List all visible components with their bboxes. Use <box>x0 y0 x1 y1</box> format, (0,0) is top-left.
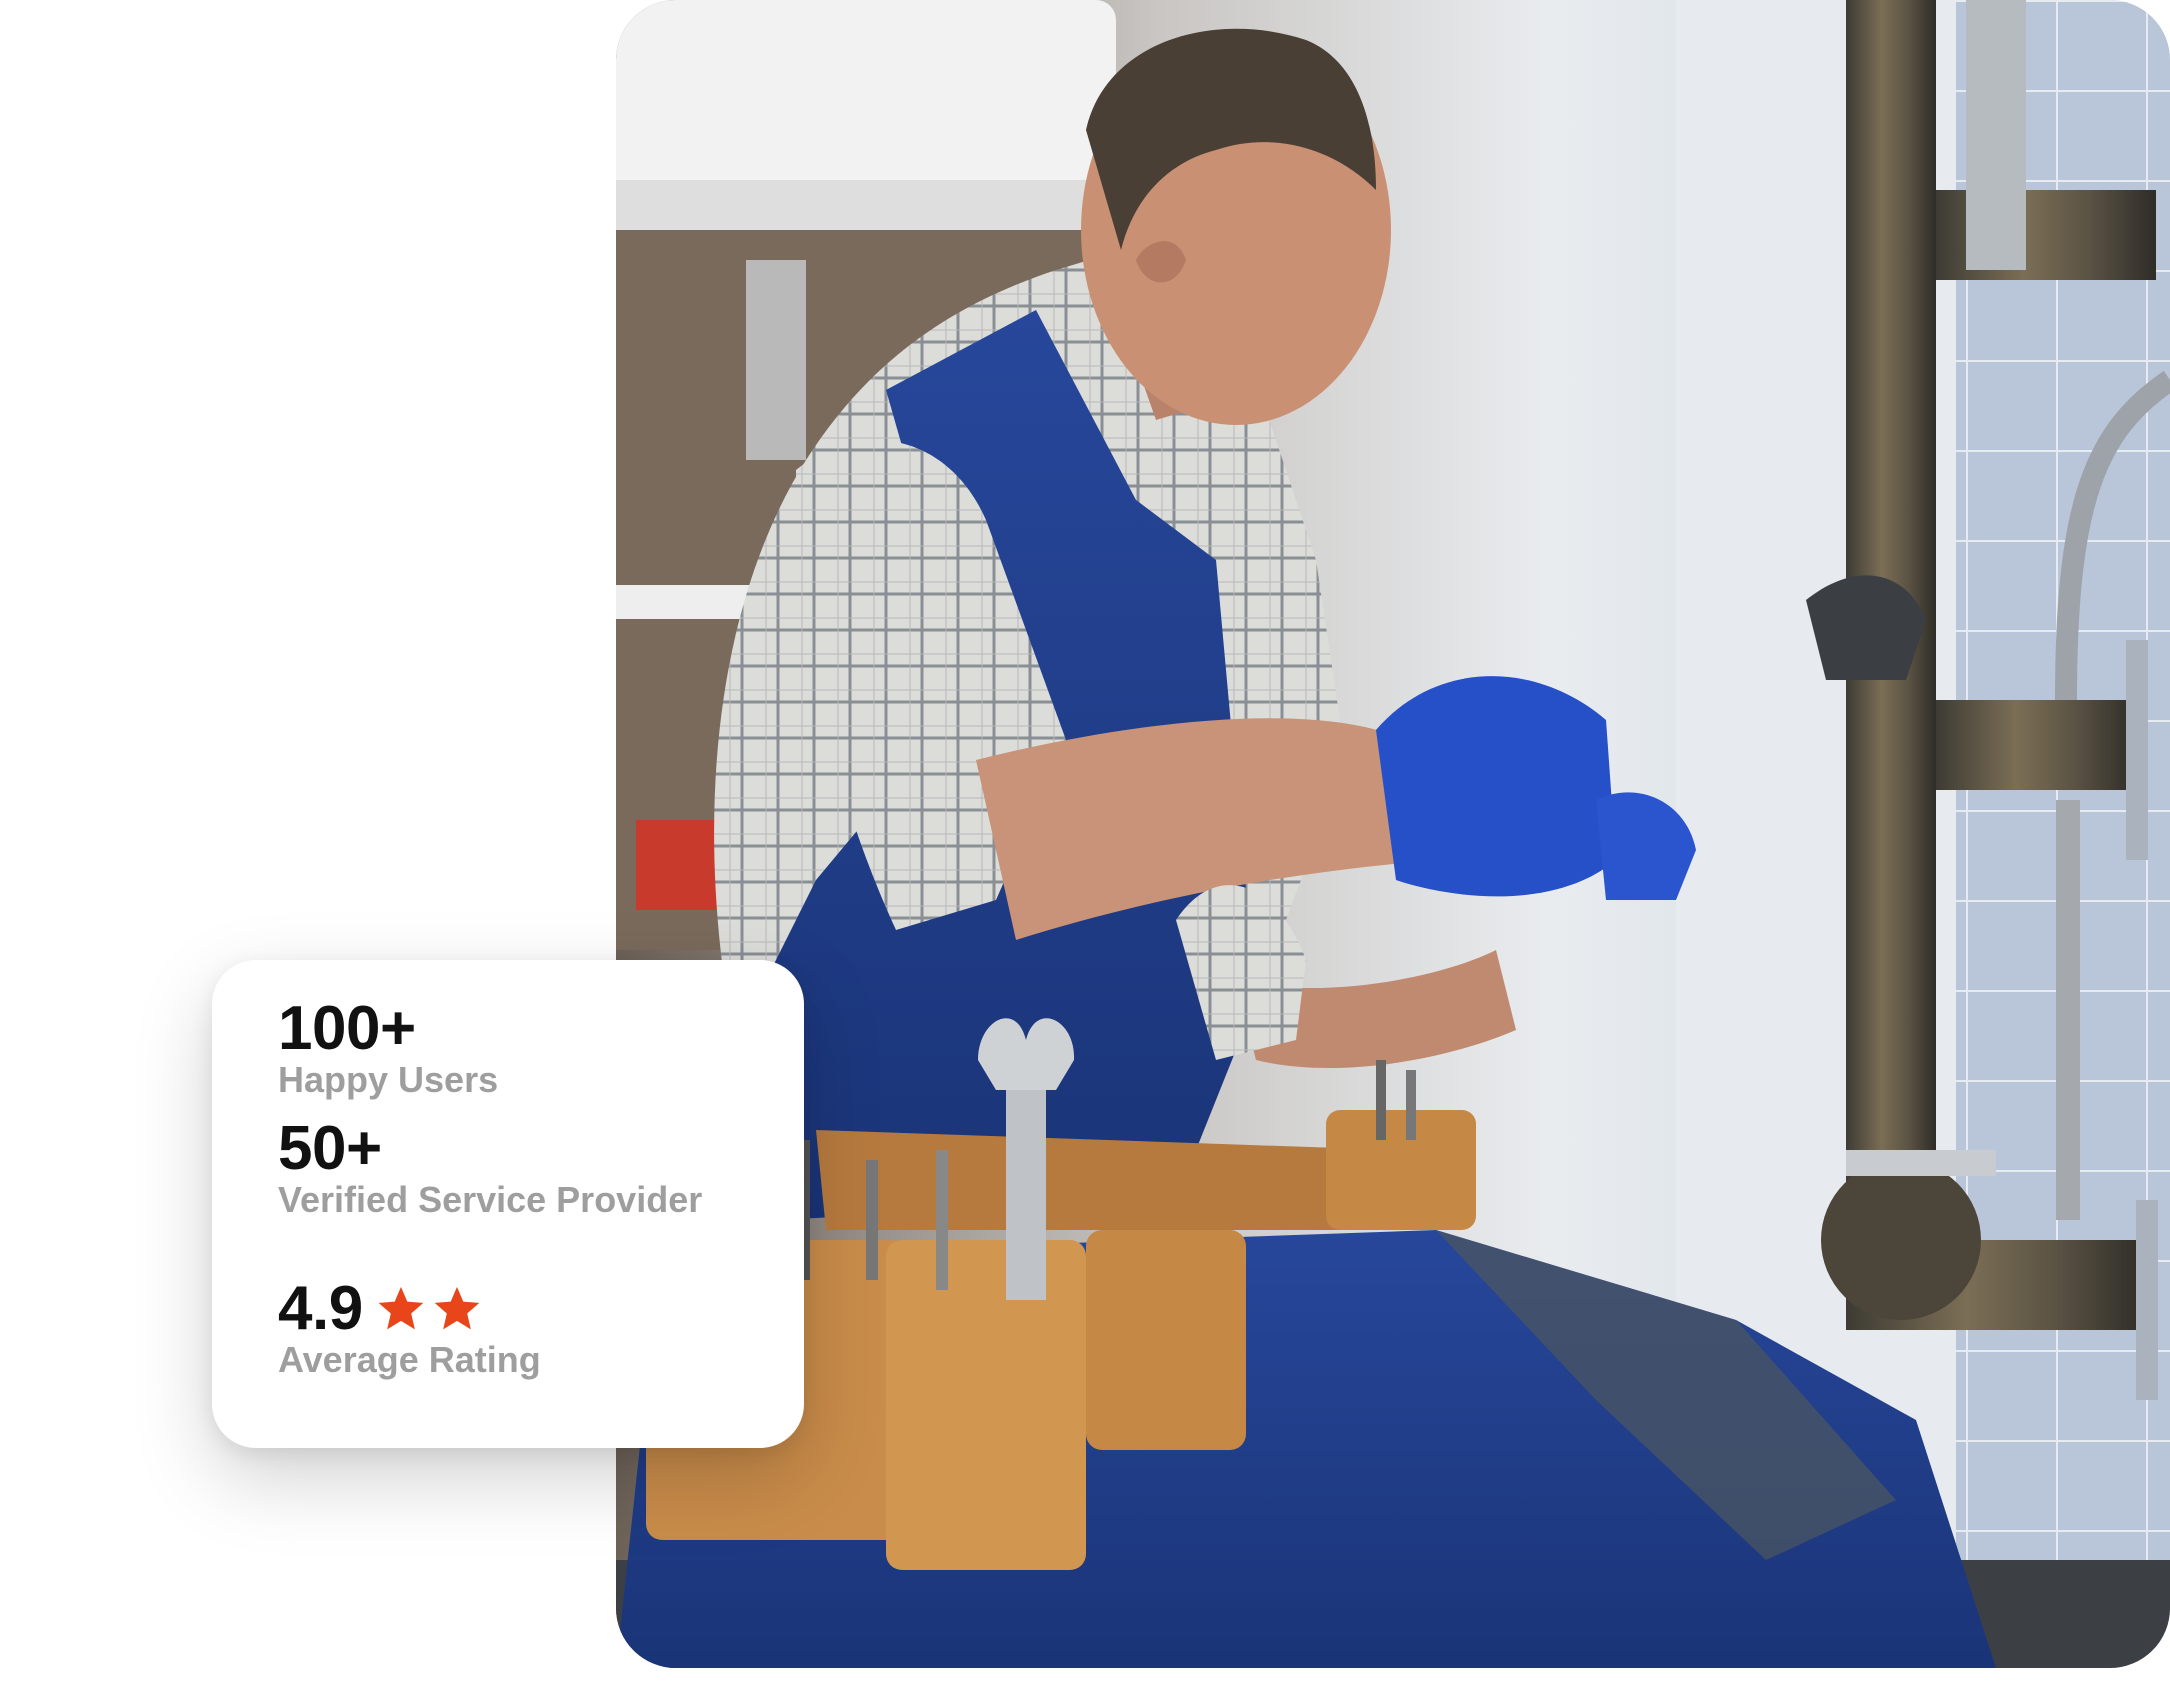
stat-label: Average Rating <box>278 1339 541 1380</box>
plumber-illustration <box>616 0 2170 1668</box>
stats-card: 100+ Happy Users 50+ Verified Service Pr… <box>212 960 804 1448</box>
page: 100+ Happy Users 50+ Verified Service Pr… <box>0 0 2170 1697</box>
rating-row: 4.9 <box>278 1278 804 1340</box>
stat-label: Verified Service Provider <box>278 1179 703 1220</box>
stat-average-rating: 4.9 Average Rating <box>278 1278 804 1380</box>
star-icon <box>434 1286 480 1330</box>
rating-stars <box>375 1283 483 1335</box>
hero-photo <box>616 0 2170 1668</box>
star-icon <box>378 1286 424 1330</box>
stat-value: 50+ <box>278 1114 382 1183</box>
rating-value: 4.9 <box>278 1274 363 1343</box>
stat-happy-users: 100+ Happy Users <box>278 998 804 1100</box>
stat-value: 100+ <box>278 994 416 1063</box>
stat-verified-providers: 50+ Verified Service Provider <box>278 1118 804 1220</box>
stat-label: Happy Users <box>278 1059 499 1100</box>
